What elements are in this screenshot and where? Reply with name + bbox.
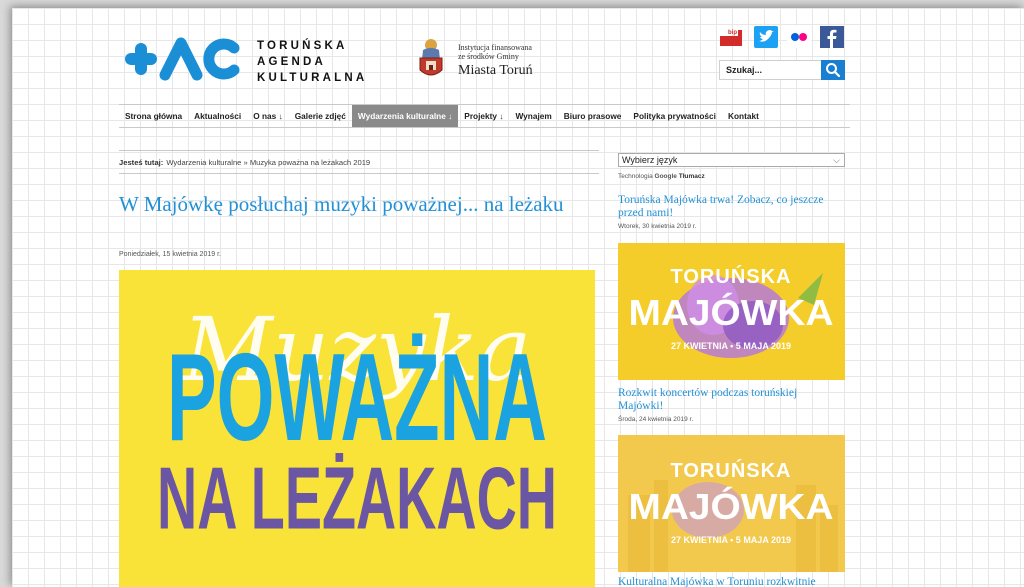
search-icon	[826, 63, 841, 78]
article-date: Poniedziałek, 15 kwietnia 2019 r.	[119, 251, 221, 258]
nav-item-projects[interactable]: Projekty ↓	[458, 105, 509, 127]
translate-link[interactable]: Tłumacz	[679, 173, 705, 180]
banner-line-2: MAJÓWKA	[629, 485, 834, 527]
search-placeholder: Szukaj...	[726, 65, 763, 75]
breadcrumb: Jesteś tutaj: Wydarzenia kulturalne » Mu…	[119, 150, 599, 174]
institution-name: Miasta Toruń	[458, 63, 533, 78]
sidebar-post-title[interactable]: Kulturalna Majówka w Toruniu rozkwitnie	[618, 576, 845, 587]
sidebar-post-date: Środa, 24 kwietnia 2019 r.	[618, 416, 694, 423]
facebook-icon[interactable]	[820, 26, 844, 48]
logo-wordmark: TORUŃSKA AGENDA KULTURALNA	[257, 38, 367, 86]
nav-item-contact[interactable]: Kontakt	[722, 105, 765, 127]
nav-item-news[interactable]: Aktualności	[188, 105, 247, 127]
institution-note-line-2: ze środków Gminy	[458, 52, 519, 61]
logo-line-2: AGENDA	[257, 56, 327, 68]
hero-line-2: NA LEŻAKACH	[157, 449, 557, 548]
majowka-banner: TORUŃSKA MAJÓWKA 27 KWIETNIA • 5 MAJA 20…	[618, 435, 845, 572]
nav-item-press-office[interactable]: Biuro prasowe	[558, 105, 628, 127]
bip-icon[interactable]: bip	[720, 26, 744, 48]
flickr-icon[interactable]	[787, 26, 811, 48]
majowka-banner: TORUŃSKA MAJÓWKA 27 KWIETNIA • 5 MAJA 20…	[629, 265, 834, 358]
nav-item-about[interactable]: O nas ↓	[247, 105, 289, 127]
language-select-value: Wybierz język	[622, 155, 678, 165]
google-logo: Google	[654, 173, 677, 180]
banner-line-1: TORUŃSKA	[671, 265, 792, 288]
language-select[interactable]: Wybierz język ⌵	[618, 153, 845, 167]
breadcrumb-label: Jesteś tutaj:	[119, 157, 164, 167]
sidebar-post-date: Wtorek, 30 kwietnia 2019 r.	[618, 223, 697, 230]
banner-dates: 27 KWIETNIA • 5 MAJA 2019	[671, 535, 791, 545]
hero-image: Muzyka POWAŻNA NA LEŻAKACH	[119, 270, 595, 587]
search-input[interactable]: Szukaj...	[719, 60, 821, 80]
twitter-icon[interactable]	[754, 26, 778, 48]
translate-prefix: Technologia	[618, 173, 653, 180]
hero-artwork: Muzyka POWAŻNA NA LEŻAKACH	[157, 298, 557, 548]
logo-line-3: KULTURALNA	[257, 72, 368, 84]
hero-line-1: POWAŻNA	[167, 329, 547, 468]
search-button[interactable]	[821, 60, 845, 80]
breadcrumb-path[interactable]: Wydarzenia kulturalne » Muzyka poważna n…	[166, 158, 370, 167]
sidebar-post-image[interactable]: TORUŃSKA MAJÓWKA 27 KWIETNIA • 5 MAJA 20…	[618, 243, 845, 380]
logo-line-1: TORUŃSKA	[257, 40, 348, 52]
sidebar-post-image[interactable]: TORUŃSKA MAJÓWKA 27 KWIETNIA • 5 MAJA 20…	[618, 435, 845, 572]
nav-item-cultural-events[interactable]: Wydarzenia kulturalne ↓	[351, 105, 459, 127]
nav-item-privacy-policy[interactable]: Polityka prywatności	[627, 105, 722, 127]
banner-dates: 27 KWIETNIA • 5 MAJA 2019	[671, 341, 791, 351]
torun-crest-icon	[419, 39, 443, 76]
banner-line-1: TORUŃSKA	[671, 459, 792, 482]
institution-note-line-1: Instytucja finansowana	[458, 43, 532, 52]
sidebar-post-title[interactable]: Rozkwit koncertów podczas toruńskiej Maj…	[618, 387, 845, 413]
tak-logo[interactable]	[117, 36, 242, 82]
page: TORUŃSKA AGENDA KULTURALNA Instytucja fi…	[12, 8, 1024, 587]
banner-line-2: MAJÓWKA	[629, 291, 834, 333]
sidebar-post-title[interactable]: Toruńska Majówka trwa! Zobacz, co jeszcz…	[618, 194, 845, 220]
institution-note: Instytucja finansowana ze środków Gminy	[458, 43, 532, 61]
main-nav: Strona główna Aktualności O nas ↓ Galeri…	[119, 104, 850, 128]
nav-item-home[interactable]: Strona główna	[119, 105, 188, 127]
svg-text:bip: bip	[728, 30, 737, 36]
nav-item-rental[interactable]: Wynajem	[510, 105, 558, 127]
chevron-down-icon: ⌵	[833, 155, 840, 165]
google-translate-credit: Technologia Google Tłumacz	[618, 173, 705, 180]
nav-item-galleries[interactable]: Galerie zdjęć	[289, 105, 352, 127]
article-title: W Majówkę posłuchaj muzyki poważnej... n…	[119, 192, 564, 216]
